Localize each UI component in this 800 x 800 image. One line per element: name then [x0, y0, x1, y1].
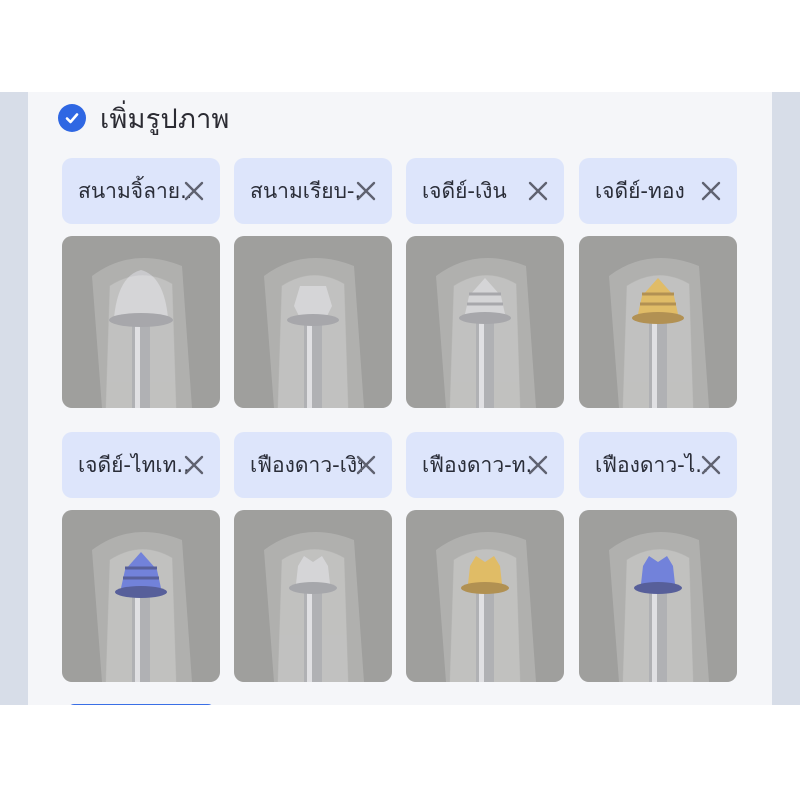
product-photo[interactable]	[234, 510, 392, 682]
option-chip[interactable]: สนามจิ้ลาย...	[62, 158, 220, 224]
option-chip[interactable]: เฟืองดาว-ไ...	[579, 432, 737, 498]
option-chip-label: สนามจิ้ลาย...	[78, 178, 190, 203]
option-chip[interactable]: เจดีย์-เงิน	[406, 158, 564, 224]
product-photo[interactable]	[579, 236, 737, 408]
product-photo[interactable]	[62, 236, 220, 408]
close-icon[interactable]	[699, 179, 723, 203]
option-chip-label: เฟืองดาว-ท...	[422, 452, 534, 477]
option-chip[interactable]: เจดีย์-ทอง	[579, 158, 737, 224]
option-chip-label: เจดีย์-เงิน	[422, 178, 507, 203]
option-chip-label: เจดีย์-ทอง	[595, 178, 685, 203]
option-chip-label: สนามเรียบ-...	[250, 178, 362, 203]
close-icon[interactable]	[526, 179, 550, 203]
option-chip-label: เฟืองดาว-ไ...	[595, 452, 707, 477]
checkmark-icon[interactable]	[58, 104, 86, 132]
option-chip[interactable]: สนามเรียบ-...	[234, 158, 392, 224]
section-header: เพิ่มรูปภาพ	[58, 98, 230, 138]
close-icon[interactable]	[354, 453, 378, 477]
close-icon[interactable]	[699, 453, 723, 477]
option-chip[interactable]: เจดีย์-ไทเท...	[62, 432, 220, 498]
option-chip[interactable]: เฟืองดาว-เงิน	[234, 432, 392, 498]
product-photo[interactable]	[62, 510, 220, 682]
product-photo[interactable]	[406, 510, 564, 682]
close-icon[interactable]	[354, 179, 378, 203]
add-image-button[interactable]	[68, 704, 214, 705]
close-icon[interactable]	[182, 453, 206, 477]
close-icon[interactable]	[526, 453, 550, 477]
product-photo[interactable]	[406, 236, 564, 408]
image-panel: เพิ่มรูปภาพ สนามจิ้ลาย... สนามเรียบ-... …	[28, 92, 772, 705]
option-chip-label: เฟืองดาว-เงิน	[250, 452, 362, 477]
product-photo[interactable]	[234, 236, 392, 408]
close-icon[interactable]	[182, 179, 206, 203]
section-title: เพิ่มรูปภาพ	[100, 103, 230, 135]
product-photo[interactable]	[579, 510, 737, 682]
option-chip[interactable]: เฟืองดาว-ท...	[406, 432, 564, 498]
option-chip-label: เจดีย์-ไทเท...	[78, 452, 190, 477]
